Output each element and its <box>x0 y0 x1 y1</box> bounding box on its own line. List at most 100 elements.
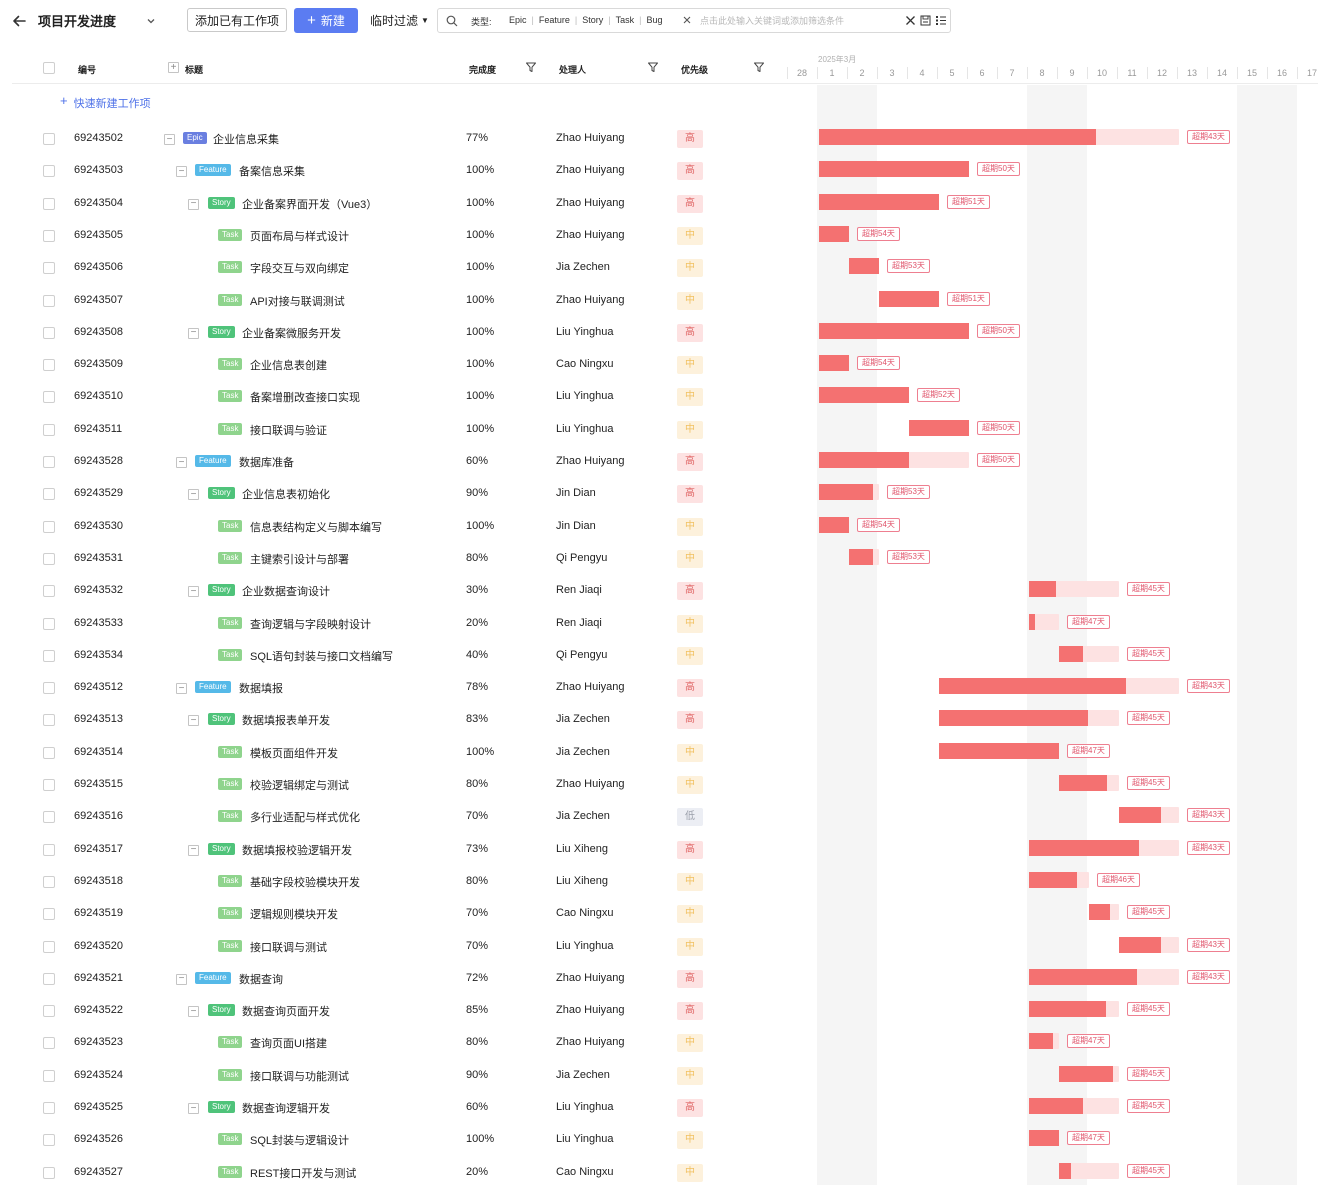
collapse-toggle-icon[interactable]: − <box>188 327 199 339</box>
table-row[interactable]: 69243523 Task 查询页面UI搭建 80% Zhao Huiyang 中 超期47… <box>12 1027 1318 1059</box>
column-header-assignee[interactable]: 处理人 <box>559 63 586 76</box>
priority-badge[interactable]: 中 <box>677 646 703 665</box>
gantt-bar[interactable] <box>1059 1162 1119 1179</box>
table-row[interactable]: 69243521 − Feature 数据查询 72% Zhao Huiyang 高 超期43… <box>12 963 1318 995</box>
gantt-bar[interactable] <box>1029 871 1089 888</box>
priority-badge[interactable]: 中 <box>677 905 703 924</box>
column-header-priority[interactable]: 优先级 <box>681 63 708 76</box>
work-item-title[interactable]: 信息表结构定义与脚本编写 <box>250 519 382 535</box>
table-row[interactable]: 69243527 Task REST接口开发与测试 20% Cao Ningxu 中 超期4… <box>12 1157 1318 1189</box>
assignee-name[interactable]: Jin Dian <box>556 487 596 499</box>
gantt-bar[interactable] <box>1059 645 1119 662</box>
work-item-title[interactable]: 接口联调与功能测试 <box>250 1068 349 1084</box>
gantt-bar[interactable] <box>1029 613 1059 630</box>
gantt-bar[interactable] <box>1029 1130 1059 1147</box>
priority-badge[interactable]: 中 <box>677 420 703 439</box>
work-item-title[interactable]: 备案信息采集 <box>239 163 305 179</box>
priority-badge[interactable]: 中 <box>677 259 703 278</box>
priority-badge[interactable]: 高 <box>677 162 703 181</box>
filter-icon[interactable] <box>753 61 765 73</box>
gantt-bar[interactable] <box>879 290 939 307</box>
table-row[interactable]: 69243532 − Story 企业数据查询设计 30% Ren Jiaqi 高 超期45天 <box>12 575 1318 607</box>
work-item-title[interactable]: 模板页面组件开发 <box>250 745 338 761</box>
row-checkbox[interactable] <box>43 875 55 888</box>
column-header-progress[interactable]: 完成度 <box>469 63 496 76</box>
table-row[interactable]: 69243502 − Epic 企业信息采集 77% Zhao Huiyang 高 超期43天 <box>12 123 1318 155</box>
row-checkbox[interactable] <box>43 940 55 953</box>
priority-badge[interactable]: 中 <box>677 549 703 568</box>
assignee-name[interactable]: Liu Xiheng <box>556 843 608 855</box>
row-checkbox[interactable] <box>43 972 55 985</box>
priority-badge[interactable]: 中 <box>677 743 703 762</box>
table-row[interactable]: 69243522 − Story 数据查询页面开发 85% Zhao Huiyang 高 超期… <box>12 995 1318 1027</box>
gantt-bar[interactable] <box>819 355 849 372</box>
assignee-name[interactable]: Liu Yinghua <box>556 940 614 952</box>
assignee-name[interactable]: Zhao Huiyang <box>556 455 625 467</box>
table-row[interactable]: 69243525 − Story 数据查询逻辑开发 60% Liu Yinghua 高 超期4… <box>12 1092 1318 1124</box>
assignee-name[interactable]: Zhao Huiyang <box>556 778 625 790</box>
priority-badge[interactable]: 中 <box>677 937 703 956</box>
assignee-name[interactable]: Cao Ningxu <box>556 907 613 919</box>
filter-list-icon[interactable] <box>935 15 947 26</box>
row-checkbox[interactable] <box>43 1005 55 1018</box>
table-row[interactable]: 69243514 Task 模板页面组件开发 100% Jia Zechen 中 超期47天 <box>12 737 1318 769</box>
work-item-title[interactable]: 多行业适配与样式优化 <box>250 809 360 825</box>
work-item-title[interactable]: 数据查询 <box>239 971 283 987</box>
gantt-bar[interactable] <box>1059 775 1119 791</box>
work-item-title[interactable]: 校验逻辑绑定与测试 <box>250 777 349 793</box>
row-checkbox[interactable] <box>43 908 55 921</box>
work-item-title[interactable]: 接口联调与验证 <box>250 422 327 438</box>
assignee-name[interactable]: Zhao Huiyang <box>556 197 625 209</box>
priority-badge[interactable]: 低 <box>677 808 703 827</box>
work-item-title[interactable]: 企业数据查询设计 <box>242 583 330 599</box>
gantt-bar[interactable] <box>819 322 969 339</box>
row-checkbox[interactable] <box>43 133 55 145</box>
gantt-bar[interactable] <box>849 548 879 565</box>
priority-badge[interactable]: 高 <box>677 679 703 698</box>
new-item-button[interactable]: + 新建 <box>294 8 358 33</box>
priority-badge[interactable]: 中 <box>677 388 703 407</box>
work-item-title[interactable]: 企业备案界面开发（Vue3） <box>242 196 377 212</box>
work-item-title[interactable]: SQL封装与逻辑设计 <box>250 1132 349 1148</box>
work-item-title[interactable]: 页面布局与样式设计 <box>250 228 349 244</box>
priority-badge[interactable]: 中 <box>677 291 703 310</box>
priority-badge[interactable]: 高 <box>677 969 703 988</box>
priority-badge[interactable]: 中 <box>677 226 703 245</box>
row-checkbox[interactable] <box>43 391 55 404</box>
assignee-name[interactable]: Jia Zechen <box>556 713 610 725</box>
gantt-bar[interactable] <box>939 710 1119 727</box>
row-checkbox[interactable] <box>43 682 55 695</box>
gantt-bar[interactable] <box>819 193 939 210</box>
priority-badge[interactable]: 高 <box>677 485 703 504</box>
select-all-checkbox[interactable] <box>43 62 55 74</box>
assignee-name[interactable]: Zhao Huiyang <box>556 1004 625 1016</box>
assignee-name[interactable]: Cao Ningxu <box>556 1166 613 1178</box>
assignee-name[interactable]: Zhao Huiyang <box>556 229 625 241</box>
priority-badge[interactable]: 高 <box>677 453 703 471</box>
priority-badge[interactable]: 高 <box>677 840 703 859</box>
gantt-bar[interactable] <box>819 516 849 533</box>
row-checkbox[interactable] <box>43 843 55 856</box>
collapse-toggle-icon[interactable]: − <box>188 1103 199 1114</box>
quick-create-item[interactable]: + 快速新建工作项 <box>60 94 151 111</box>
gantt-bar[interactable] <box>819 225 849 242</box>
gantt-bar[interactable] <box>819 161 969 178</box>
gantt-bar[interactable] <box>819 129 1179 145</box>
work-item-title[interactable]: 企业信息表初始化 <box>242 486 330 502</box>
add-existing-item-button[interactable]: 添加已有工作项 <box>187 8 287 32</box>
assignee-name[interactable]: Ren Jiaqi <box>556 617 602 629</box>
gantt-bar[interactable] <box>1029 1001 1119 1018</box>
table-row[interactable]: 69243518 Task 基础字段校验模块开发 80% Liu Xiheng 中 超期46… <box>12 866 1318 898</box>
work-item-title[interactable]: 主键索引设计与部署 <box>250 551 349 567</box>
assignee-name[interactable]: Jia Zechen <box>556 746 610 758</box>
assignee-name[interactable]: Zhao Huiyang <box>556 132 625 144</box>
priority-badge[interactable]: 高 <box>677 1099 703 1117</box>
priority-badge[interactable]: 中 <box>677 1163 703 1182</box>
row-checkbox[interactable] <box>43 294 55 307</box>
row-checkbox[interactable] <box>43 1166 55 1179</box>
assignee-name[interactable]: Jia Zechen <box>556 810 610 822</box>
row-checkbox[interactable] <box>43 552 55 565</box>
collapse-toggle-icon[interactable]: − <box>176 457 187 468</box>
assignee-name[interactable]: Zhao Huiyang <box>556 164 625 176</box>
collapse-toggle-icon[interactable]: − <box>188 586 199 598</box>
